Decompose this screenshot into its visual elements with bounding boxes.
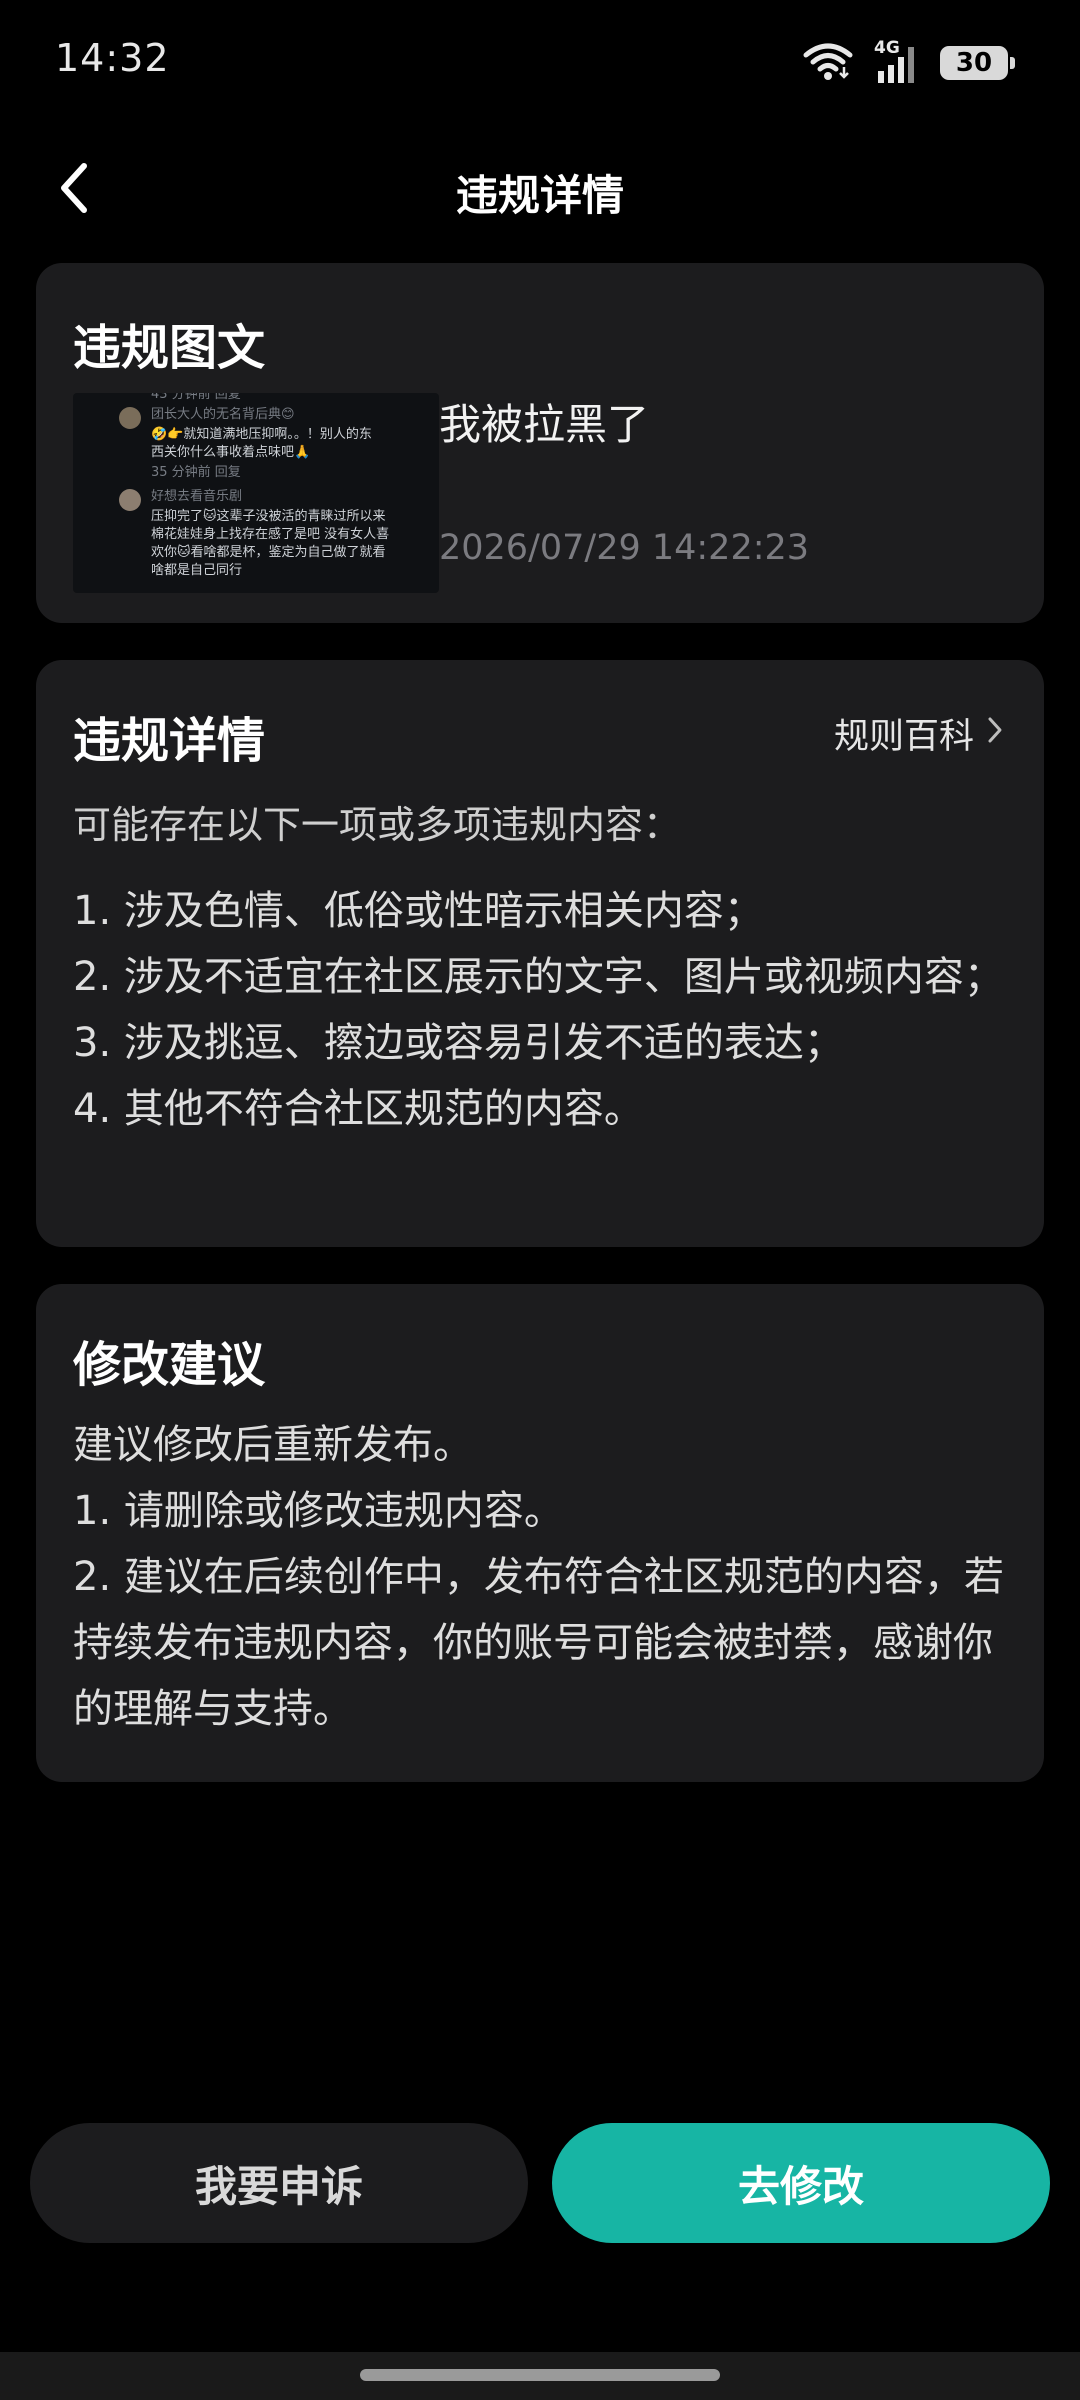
- screen: 14:32 4G 30 违规详情 违规图文 43 分钟前 回复 团长大人的无名背…: [0, 0, 1080, 2400]
- thumb-line: 啥都是自己同行: [151, 563, 243, 578]
- violation-post-card: 违规图文 43 分钟前 回复 团长大人的无名背后典😊 🤣👉就知道满地压抑啊。。！…: [36, 263, 1044, 623]
- list-item: 4. 其他不符合社区规范的内容。: [73, 1086, 644, 1132]
- thumb-line: 西关你什么事收着点味吧🙏: [151, 445, 311, 460]
- details-intro: 可能存在以下一项或多项违规内容：: [73, 803, 682, 847]
- chevron-right-icon: [986, 714, 1004, 754]
- wifi-icon: [802, 41, 854, 85]
- signal-icon: 4G: [874, 38, 920, 85]
- thumb-line: 43 分钟前 回复: [151, 393, 241, 402]
- rules-encyclopedia-link[interactable]: 规则百科: [834, 708, 1004, 759]
- post-thumbnail[interactable]: 43 分钟前 回复 团长大人的无名背后典😊 🤣👉就知道满地压抑啊。。！别人的东 …: [73, 393, 439, 593]
- suggestions-card: 修改建议 建议修改后重新发布。 1. 请删除或修改违规内容。 2. 建议在后续创…: [36, 1284, 1044, 1782]
- battery-icon: 30: [940, 46, 1015, 80]
- suggestion-intro: 建议修改后重新发布。: [73, 1422, 473, 1468]
- section-title: 修改建议: [73, 1337, 266, 1393]
- thumb-line: 压抑完了🐱这辈子没被活的青睐过所以来: [151, 509, 386, 524]
- suggestions-body: 建议修改后重新发布。 1. 请删除或修改违规内容。 2. 建议在后续创作中，发布…: [73, 1412, 1023, 1742]
- status-icons: 4G 30: [802, 38, 1015, 88]
- list-item: 2. 建议在后续创作中，发布符合社区规范的内容，若持续发布违规内容，你的账号可能…: [73, 1554, 1004, 1732]
- list-item: 1. 涉及色情、低俗或性暗示相关内容；: [73, 888, 764, 934]
- list-item: 3. 涉及挑逗、擦边或容易引发不适的表达；: [73, 1020, 844, 1066]
- section-title: 违规详情: [73, 713, 266, 769]
- thumb-line: 35 分钟前 回复: [151, 465, 241, 480]
- section-title: 违规图文: [73, 320, 266, 376]
- home-indicator[interactable]: [360, 2369, 720, 2381]
- thumb-line: 棉花娃娃身上找存在感了是吧 没有女人喜: [151, 527, 390, 542]
- appeal-button[interactable]: 我要申诉: [30, 2123, 528, 2243]
- post-timestamp: 2026/07/29 14:22:23: [439, 528, 810, 568]
- avatar: [119, 407, 141, 429]
- details-list: 1. 涉及色情、低俗或性暗示相关内容； 2. 涉及不适宜在社区展示的文字、图片或…: [73, 878, 1008, 1142]
- status-time: 14:32: [55, 36, 170, 80]
- battery-level: 30: [955, 48, 993, 78]
- violation-details-card: 违规详情 规则百科 可能存在以下一项或多项违规内容： 1. 涉及色情、低俗或性暗…: [36, 660, 1044, 1247]
- thumb-line: 🤣👉就知道满地压抑啊。。！别人的东: [151, 427, 372, 442]
- gesture-bar: [0, 2352, 1080, 2400]
- list-item: 2. 涉及不适宜在社区展示的文字、图片或视频内容；: [73, 954, 1004, 1000]
- thumb-line: 欢你🐱看啥都是杯，鉴定为自己做了就看: [151, 545, 386, 560]
- page-title: 违规详情: [455, 171, 624, 220]
- thumb-line: 团长大人的无名背后典😊: [151, 407, 295, 422]
- modify-button[interactable]: 去修改: [552, 2123, 1050, 2243]
- post-content-text: 我被拉黑了: [439, 400, 650, 449]
- status-bar: 14:32 4G 30: [0, 0, 1080, 120]
- nav-bar: 违规详情: [0, 150, 1080, 230]
- list-item: 1. 请删除或修改违规内容。: [73, 1488, 564, 1534]
- avatar: [119, 489, 141, 511]
- thumb-line: 好想去看音乐剧: [151, 489, 243, 504]
- rules-link-label: 规则百科: [833, 717, 974, 757]
